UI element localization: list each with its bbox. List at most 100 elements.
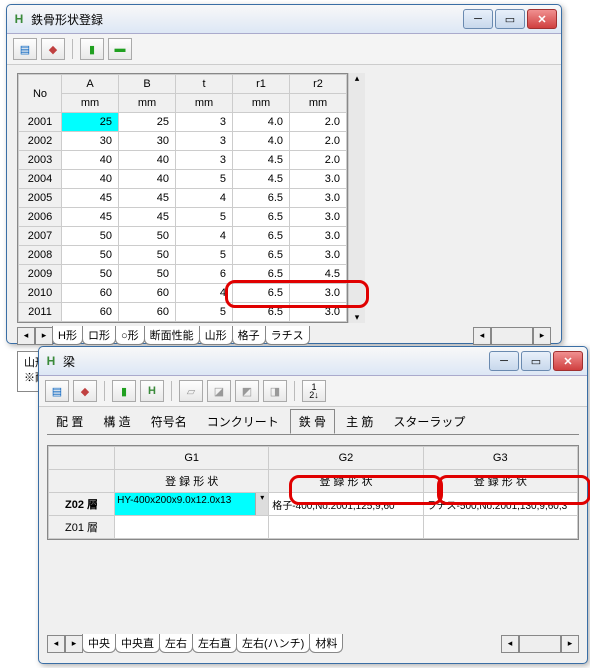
cell[interactable]: 2.0 [290, 132, 347, 151]
col-header[interactable]: t [176, 75, 233, 94]
cell[interactable]: ラチス-500,No.2001,130,9,60,3 [423, 493, 577, 516]
sheet-tab[interactable]: ラチス [265, 326, 310, 345]
hscroll-left[interactable]: ◂ [473, 327, 491, 345]
cell[interactable]: 40 [119, 151, 176, 170]
table-row[interactable]: Z01 層 [49, 516, 578, 539]
cell[interactable]: 45 [119, 208, 176, 227]
tab-nav-first[interactable]: ◂ [47, 635, 65, 653]
cell[interactable]: 45 [62, 208, 119, 227]
cell[interactable]: 6.5 [233, 189, 290, 208]
cell[interactable]: 5 [176, 208, 233, 227]
sheet-tab[interactable]: 山形 [199, 326, 233, 345]
maximize-button[interactable]: ▭ [521, 351, 551, 371]
tab-nav-prev[interactable]: ▸ [35, 327, 53, 345]
hscroll-right[interactable]: ▸ [533, 327, 551, 345]
tab-nav-prev[interactable]: ▸ [65, 635, 83, 653]
tool-gray3-icon[interactable]: ◩ [235, 380, 259, 402]
cell[interactable]: 6.5 [233, 284, 290, 303]
bottom-tab[interactable]: 左右(ハンチ) [236, 634, 310, 653]
table-row[interactable]: 2008505056.53.0 [19, 246, 347, 265]
cell[interactable] [115, 516, 269, 539]
cell[interactable]: 60 [119, 284, 176, 303]
cell[interactable]: 50 [119, 265, 176, 284]
category-tab[interactable]: コンクリート [198, 409, 288, 434]
cell[interactable]: 50 [62, 265, 119, 284]
cell[interactable]: 30 [119, 132, 176, 151]
table-row[interactable]: 2004404054.53.0 [19, 170, 347, 189]
cell[interactable]: 3 [176, 132, 233, 151]
tab-nav-first[interactable]: ◂ [17, 327, 35, 345]
cell[interactable]: 4 [176, 284, 233, 303]
category-tab[interactable]: 構 造 [94, 409, 139, 434]
sheet-tab[interactable]: 格子 [232, 326, 266, 345]
hscroll-track[interactable] [519, 635, 561, 653]
vscroll[interactable]: ▴▾ [348, 73, 365, 323]
table-row[interactable]: 2011606056.53.0 [19, 303, 347, 322]
table-row[interactable]: 2007505046.53.0 [19, 227, 347, 246]
cell[interactable]: 60 [62, 284, 119, 303]
dropdown-button[interactable]: ▾ [255, 493, 268, 515]
table-row[interactable]: 2002303034.02.0 [19, 132, 347, 151]
cell[interactable]: 25 [62, 113, 119, 132]
cell[interactable]: 30 [62, 132, 119, 151]
cell[interactable]: 3 [176, 113, 233, 132]
tool-gray1-icon[interactable]: ▱ [179, 380, 203, 402]
bottom-tab[interactable]: 中央直 [115, 634, 160, 653]
table-row[interactable]: 2010606046.53.0 [19, 284, 347, 303]
cell[interactable]: 3.0 [290, 189, 347, 208]
cell[interactable]: 格子-400,No.2001,125,9,60 [269, 493, 423, 516]
col-header[interactable]: r2 [290, 75, 347, 94]
sheet-tab[interactable]: ロ形 [82, 326, 116, 345]
table-row[interactable]: 2005454546.53.0 [19, 189, 347, 208]
cell[interactable]: 4.0 [233, 113, 290, 132]
table-row[interactable]: 2003404034.52.0 [19, 151, 347, 170]
tool-erase-icon[interactable]: ◆ [73, 380, 97, 402]
cell[interactable]: 4 [176, 189, 233, 208]
cell[interactable] [269, 516, 423, 539]
close-button[interactable]: ✕ [527, 9, 557, 29]
cell[interactable]: 5 [176, 246, 233, 265]
cell[interactable]: 3.0 [290, 227, 347, 246]
cell[interactable]: 5 [176, 303, 233, 322]
col-header[interactable]: A [62, 75, 119, 94]
tool-layout-icon[interactable]: ▤ [13, 38, 37, 60]
col-group[interactable]: G2 [269, 447, 423, 470]
tool-green-icon[interactable]: ▮ [112, 380, 136, 402]
table-row[interactable]: 2009505066.54.5 [19, 265, 347, 284]
table-row[interactable]: 2006454556.53.0 [19, 208, 347, 227]
category-tab[interactable]: 主 筋 [337, 409, 382, 434]
cell[interactable]: 2.0 [290, 151, 347, 170]
hscroll-left[interactable]: ◂ [501, 635, 519, 653]
cell[interactable]: 6.5 [233, 208, 290, 227]
col-header[interactable]: r1 [233, 75, 290, 94]
cell[interactable]: 3.0 [290, 208, 347, 227]
cell[interactable]: 3.0 [290, 246, 347, 265]
cell[interactable]: 4 [176, 227, 233, 246]
cell[interactable]: 50 [62, 246, 119, 265]
cell[interactable]: 50 [119, 227, 176, 246]
sheet-tab[interactable]: ○形 [115, 326, 145, 345]
tool-h-icon[interactable]: H [140, 380, 164, 402]
maximize-button[interactable]: ▭ [495, 9, 525, 29]
bottom-tab[interactable]: 中央 [82, 634, 116, 653]
cell[interactable]: 40 [62, 151, 119, 170]
col-group[interactable]: G1 [115, 447, 269, 470]
col-group[interactable]: G3 [423, 447, 577, 470]
category-tab[interactable]: 配 置 [47, 409, 92, 434]
cell[interactable]: 6.5 [233, 265, 290, 284]
tool-layout-icon[interactable]: ▤ [45, 380, 69, 402]
sheet-tab[interactable]: 断面性能 [144, 326, 200, 345]
hscroll-right[interactable]: ▸ [561, 635, 579, 653]
bottom-tab[interactable]: 材料 [309, 634, 343, 653]
category-tab[interactable]: 鉄 骨 [290, 409, 335, 434]
cell-selected[interactable]: HY-400x200x9.0x12.0x13▾ [115, 493, 269, 516]
cell[interactable]: 6 [176, 265, 233, 284]
table-row[interactable]: 2001252534.02.0 [19, 113, 347, 132]
hscroll-track[interactable] [491, 327, 533, 345]
beam-grid[interactable]: G1G2G3登 録 形 状登 録 形 状登 録 形 状Z02 層HY-400x2… [47, 445, 579, 540]
titlebar[interactable]: H 梁 ─ ▭ ✕ [39, 347, 587, 376]
tool-erase-icon[interactable]: ◆ [41, 38, 65, 60]
cell[interactable]: 5 [176, 170, 233, 189]
cell[interactable]: 2.0 [290, 113, 347, 132]
close-button[interactable]: ✕ [553, 351, 583, 371]
